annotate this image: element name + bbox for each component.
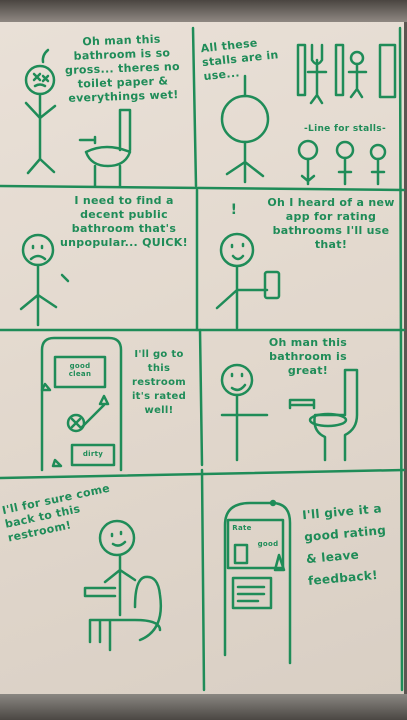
- panel-8-phone-good: good: [257, 540, 279, 548]
- panel-5-phone-bad: dirty: [82, 450, 104, 458]
- panel-8-phone-rate: Rate: [232, 524, 252, 532]
- panel-4-caption: Oh I heard of a new app for rating bathr…: [267, 196, 395, 251]
- panel-7-drawing: [83, 519, 163, 652]
- panel-3-caption: I need to find a decent public bathroom …: [60, 194, 188, 249]
- panel-8-caption: I'll give it a good rating & leave feedb…: [301, 501, 387, 588]
- panel-5-caption: I'll go to this restroom it's rated well…: [131, 349, 187, 416]
- panel-1-caption: Oh man this bathroom is so gross... ther…: [64, 32, 181, 105]
- panel-2-line-label: -Line for stalls-: [304, 124, 386, 134]
- panel-6-caption: Oh man this bathroom is great!: [268, 336, 348, 377]
- panel-2-caption: All these stalls are in use...: [200, 36, 280, 84]
- panel-5-phone-good: good clean: [68, 362, 92, 378]
- panel-4-exclaim: !: [230, 202, 238, 218]
- panel-6-drawing: [220, 363, 359, 462]
